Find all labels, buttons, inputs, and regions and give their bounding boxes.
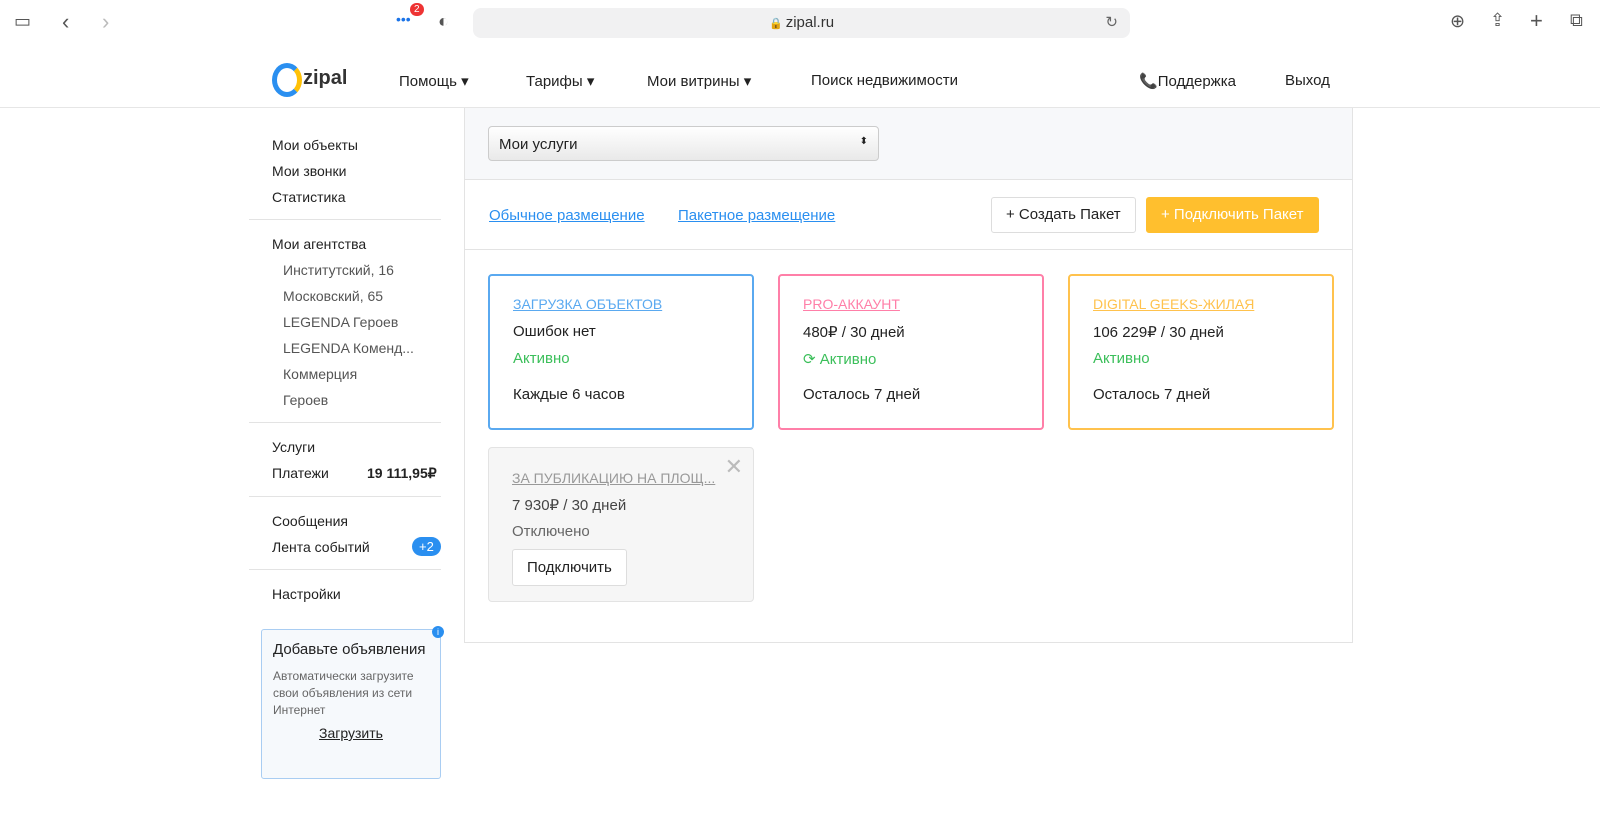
select-arrows-icon: ⬍: [859, 136, 868, 147]
tab-regular-placement[interactable]: Обычное размещение: [489, 207, 645, 224]
info-icon[interactable]: i: [432, 626, 444, 638]
sidebar-toggle-icon[interactable]: ▭: [14, 11, 31, 32]
card-status: ⟳ Активно: [803, 351, 877, 368]
extensions-icon[interactable]: •••: [396, 11, 411, 27]
upload-link[interactable]: Загрузить: [273, 725, 429, 741]
card-title[interactable]: PRO-АККАУНТ: [803, 296, 900, 312]
service-card: DIGITAL GEEKS-ЖИЛАЯ 106 229₽ / 30 дней А…: [1068, 274, 1334, 430]
feed-badge: +2: [412, 537, 441, 556]
sidebar-payments[interactable]: Платежи: [272, 465, 329, 481]
url-text: zipal.ru: [785, 14, 835, 31]
privacy-shield-icon[interactable]: ◐: [438, 11, 449, 32]
sidebar-agency[interactable]: Московский, 65: [283, 288, 383, 304]
logo-text[interactable]: zipal: [303, 67, 347, 90]
site-header: zipal Помощь ▾ Тарифы ▾ Мои витрины ▾ По…: [0, 50, 1600, 108]
add-listings-promo: Добавьте объявления Автоматически загруз…: [261, 626, 444, 779]
tab-package-placement[interactable]: Пакетное размещение: [678, 207, 835, 224]
address-bar[interactable]: 🔒 zipal.ru ↻: [473, 8, 1130, 38]
card-title[interactable]: DIGITAL GEEKS-ЖИЛАЯ: [1093, 296, 1254, 312]
promo-title: Добавьте объявления: [273, 641, 426, 658]
service-card-disabled: ЗА ПУБЛИКАЦИЮ НА ПЛОЩ... ✕ 7 930₽ / 30 д…: [488, 447, 754, 602]
card-footer: Осталось 7 дней: [803, 386, 921, 403]
nav-help[interactable]: Помощь ▾: [399, 72, 469, 90]
services-select[interactable]: Мои услуги ⬍: [488, 126, 879, 161]
card-status: Отключено: [512, 523, 590, 540]
card-status: Активно: [1093, 350, 1150, 367]
logo-icon[interactable]: [272, 63, 302, 97]
card-info: 106 229₽ / 30 дней: [1093, 324, 1224, 341]
card-footer: Осталось 7 дней: [1093, 386, 1211, 403]
connect-button[interactable]: Подключить: [512, 549, 627, 586]
sidebar-agencies[interactable]: Мои агентства: [272, 236, 366, 252]
tabs-overview-icon[interactable]: ⧉: [1570, 10, 1583, 31]
card-title[interactable]: ЗАГРУЗКА ОБЪЕКТОВ: [513, 296, 662, 312]
card-price: 7 930₽ / 30 дней: [512, 497, 627, 514]
sidebar-agency[interactable]: Коммерция: [283, 366, 357, 382]
renew-icon[interactable]: ⟳: [803, 351, 820, 368]
forward-icon[interactable]: ›: [102, 9, 109, 35]
payments-amount: 19 111,95₽: [367, 465, 437, 481]
lock-icon: 🔒: [768, 18, 786, 30]
card-status: Активно: [513, 350, 570, 367]
back-icon[interactable]: ‹: [62, 9, 69, 35]
nav-tariffs[interactable]: Тарифы ▾: [526, 72, 594, 90]
sidebar-agency[interactable]: Институтский, 16: [283, 262, 394, 278]
sidebar-agency[interactable]: Героев: [283, 392, 328, 408]
nav-showcases[interactable]: Мои витрины ▾: [647, 72, 751, 90]
sidebar-agency[interactable]: LEGENDA Героев: [283, 314, 398, 330]
create-package-button[interactable]: + Создать Пакет: [991, 197, 1136, 233]
services-panel: Мои услуги ⬍ Обычное размещение Пакетное …: [464, 108, 1353, 643]
card-title[interactable]: ЗА ПУБЛИКАЦИЮ НА ПЛОЩ...: [512, 470, 715, 486]
service-card: PRO-АККАУНТ 480₽ / 30 дней ⟳ Активно Ост…: [778, 274, 1044, 430]
card-footer: Каждые 6 часов: [513, 386, 625, 403]
connect-package-button[interactable]: + Подключить Пакет: [1146, 197, 1319, 233]
card-info: Ошибок нет: [513, 323, 596, 340]
extension-badge: 2: [410, 3, 424, 16]
reload-icon[interactable]: ↻: [1105, 8, 1118, 38]
sidebar-messages[interactable]: Сообщения: [272, 513, 348, 529]
sidebar-my-objects[interactable]: Мои объекты: [272, 137, 358, 153]
nav-support[interactable]: 📞Поддержка: [1139, 72, 1236, 90]
share-icon[interactable]: ⇪: [1490, 10, 1505, 31]
sidebar-settings[interactable]: Настройки: [272, 586, 341, 602]
new-tab-icon[interactable]: +: [1530, 8, 1543, 34]
sidebar-agency[interactable]: LEGENDA Коменд...: [283, 340, 414, 356]
promo-text: Автоматически загрузите свои объявления …: [273, 669, 414, 717]
sidebar-services[interactable]: Услуги: [272, 439, 315, 455]
sidebar-statistics[interactable]: Статистика: [272, 189, 346, 205]
nav-property-search[interactable]: Поиск недвижимости: [811, 72, 958, 89]
download-icon[interactable]: ⊕: [1450, 11, 1465, 32]
service-card: ЗАГРУЗКА ОБЪЕКТОВ Ошибок нет Активно Каж…: [488, 274, 754, 430]
sidebar-feed[interactable]: Лента событий: [272, 539, 370, 555]
nav-logout[interactable]: Выход: [1285, 72, 1330, 89]
sidebar-my-calls[interactable]: Мои звонки: [272, 163, 346, 179]
card-info: 480₽ / 30 дней: [803, 324, 905, 341]
close-icon[interactable]: ✕: [725, 454, 743, 480]
phone-icon: 📞: [1139, 73, 1158, 90]
